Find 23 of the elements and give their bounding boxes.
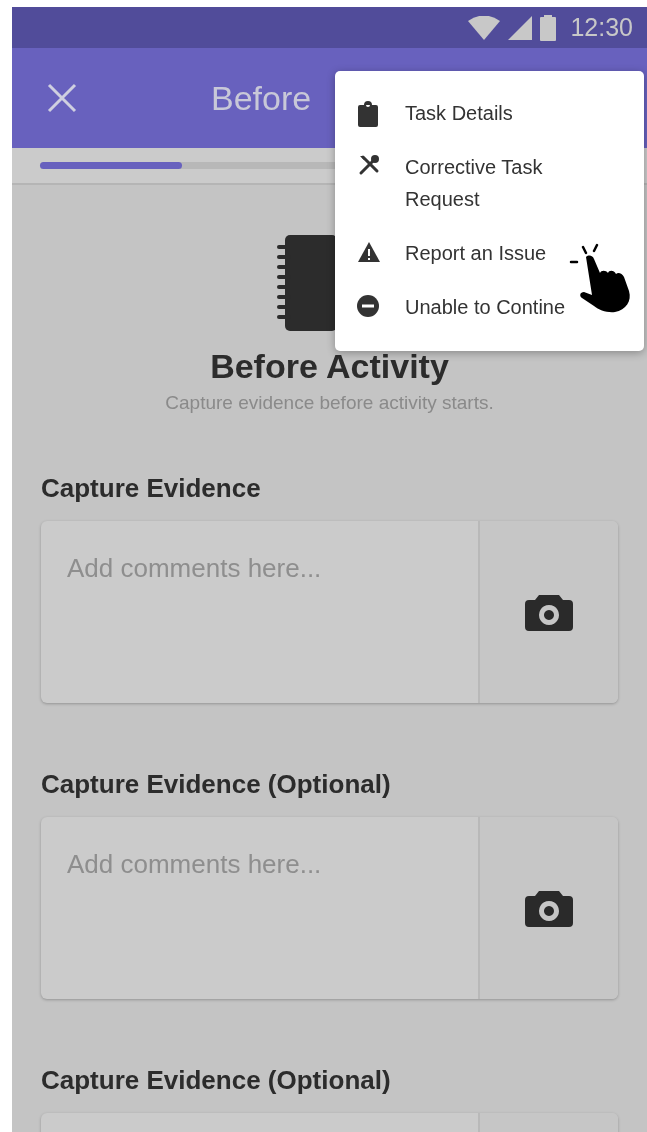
camera-icon: [525, 593, 573, 631]
section-label: Capture Evidence (Optional): [41, 1064, 392, 1097]
menu-item[interactable]: Report an Issue: [335, 225, 644, 279]
camera-button[interactable]: [480, 817, 618, 999]
warning-icon: [357, 241, 381, 263]
menu-item[interactable]: Unable to Contine: [335, 279, 644, 333]
menu-item[interactable]: Task Details: [335, 85, 644, 139]
section-title: Before Activity: [210, 347, 449, 386]
wifi-icon: [468, 15, 501, 40]
section-subtitle: Capture evidence before activity starts.: [165, 392, 494, 414]
section-label: Capture Evidence (Optional): [41, 768, 392, 801]
ruler-icon: [276, 235, 337, 331]
clock: 12:30: [570, 13, 633, 42]
minus-circle-icon: [357, 295, 379, 317]
menu-item[interactable]: Corrective Task Request: [335, 139, 644, 225]
camera-button[interactable]: [480, 521, 618, 703]
screen-title: Before: [211, 78, 312, 118]
signal-icon: [508, 15, 533, 40]
section-label: Capture Evidence: [41, 472, 262, 505]
clipboard-icon: [357, 101, 379, 127]
battery-icon: [540, 14, 557, 41]
camera-icon: [525, 889, 573, 927]
tools-icon: [357, 153, 381, 177]
